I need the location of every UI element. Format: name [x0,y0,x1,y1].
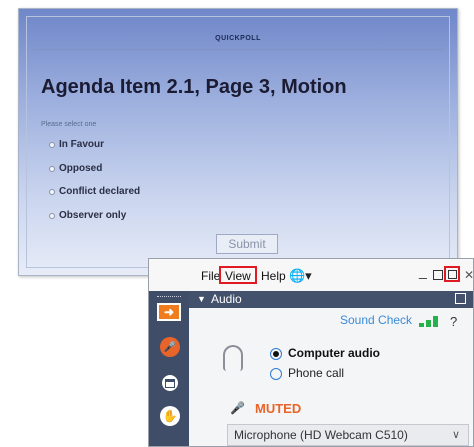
audio-section-header[interactable]: ▼ Audio [189,291,473,308]
phone-call-label[interactable]: Phone call [288,366,344,380]
option-observer-only[interactable]: Observer only [49,210,126,221]
quickpoll-title: QUICKPOLL [215,35,261,42]
poll-heading: Agenda Item 2.1, Page 3, Motion [41,76,347,98]
radio-icon[interactable] [49,141,55,148]
popout-icon[interactable] [455,293,466,304]
signal-icon [419,316,441,327]
option-opposed[interactable]: Opposed [49,163,102,174]
menu-help[interactable]: Help [261,269,286,283]
sidebar: ➜ 🎤 ✋ [149,291,189,446]
view-highlight-box [219,266,257,284]
microphone-select[interactable]: Microphone (HD Webcam C510) ∨ [227,424,469,446]
headset-icon [223,345,243,371]
collapse-icon[interactable]: ▼ [197,294,206,304]
minimize-icon[interactable]: _ [419,263,427,279]
radio-computer-audio[interactable] [270,348,282,360]
option-conflict-declared[interactable]: Conflict declared [49,186,140,197]
chevron-down-icon[interactable]: ∨ [452,428,460,441]
maximize-icon[interactable] [433,270,443,280]
sound-check-link[interactable]: Sound Check [340,313,412,327]
microphone-select-value: Microphone (HD Webcam C510) [234,428,408,442]
quickpoll-window: QUICKPOLL Agenda Item 2.1, Page 3, Motio… [18,8,458,276]
globe-icon[interactable]: 🌐▾ [289,268,312,284]
muted-microphone-icon[interactable]: 🎤 [230,401,245,415]
radio-phone-call[interactable] [270,368,282,380]
grip-handle[interactable] [157,296,181,297]
radio-icon[interactable] [49,188,55,195]
title-divider [33,49,443,50]
poll-instruction: Please select one [41,121,97,128]
radio-icon[interactable] [49,212,55,219]
submit-button[interactable]: Submit [216,234,278,254]
option-label: Observer only [59,210,127,221]
option-label: Conflict declared [59,186,141,197]
menu-bar: File View Help 🌐▾ _ ✕ [149,259,474,291]
radio-icon[interactable] [49,165,55,172]
arrow-right-icon[interactable]: ➜ [157,303,181,321]
close-icon[interactable]: ✕ [464,268,474,282]
audio-header-label: Audio [211,292,242,306]
control-panel: File View Help 🌐▾ _ ✕ ➜ 🎤 ✋ ▼ Audio Soun… [148,258,474,447]
option-in-favour[interactable]: In Favour [49,139,104,150]
option-label: In Favour [59,139,105,150]
muted-status: MUTED [255,401,302,416]
popout-icon[interactable] [444,266,460,282]
menu-file[interactable]: File [201,269,220,283]
option-label: Opposed [59,163,103,174]
help-icon[interactable]: ? [450,314,457,329]
computer-audio-label[interactable]: Computer audio [288,346,380,360]
microphone-icon[interactable]: 🎤 [160,337,180,357]
screen-icon[interactable] [160,373,180,393]
hand-icon[interactable]: ✋ [160,406,180,426]
